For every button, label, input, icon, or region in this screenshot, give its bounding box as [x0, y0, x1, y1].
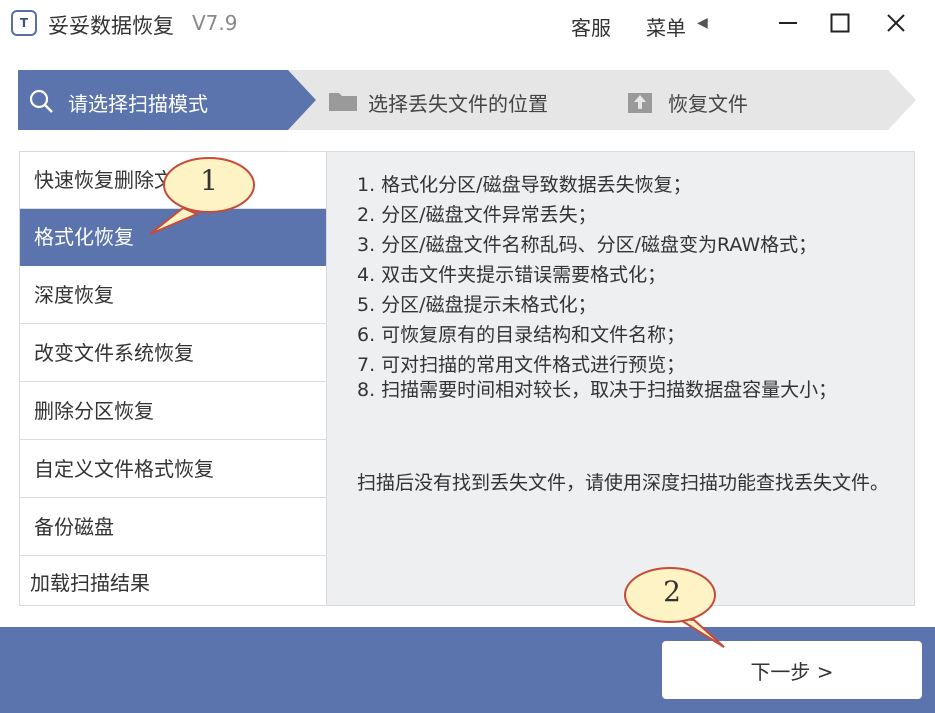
- app-logo-icon: T: [11, 10, 37, 36]
- minimize-button[interactable]: [768, 5, 808, 41]
- description-line: 6. 可恢复原有的目录结构和文件名称；: [357, 324, 686, 346]
- description-line: 3. 分区/磁盘文件名称乱码、分区/磁盘变为RAW格式；: [357, 234, 818, 256]
- maximize-button[interactable]: [820, 5, 860, 41]
- close-icon: [887, 14, 905, 32]
- folder-icon: [329, 93, 357, 111]
- callout-1: 1: [149, 156, 255, 235]
- mode-item-load-scan-result[interactable]: 加载扫描结果: [20, 557, 326, 614]
- step-1-label: 请选择扫描模式: [68, 92, 208, 116]
- maximize-icon: [830, 13, 850, 33]
- description-line: 1. 格式化分区/磁盘导致数据丢失恢复；: [357, 174, 692, 196]
- mode-item-custom-format-recover[interactable]: 自定义文件格式恢复: [20, 441, 326, 498]
- app-title: 妥妥数据恢复: [48, 14, 174, 38]
- mode-item-partition-recover[interactable]: 删除分区恢复: [20, 383, 326, 440]
- description-line: 2. 分区/磁盘文件异常丢失；: [357, 204, 597, 226]
- mode-description-panel: 1. 格式化分区/磁盘导致数据丢失恢复； 2. 分区/磁盘文件异常丢失； 3. …: [327, 151, 915, 606]
- description-note: 扫描后没有找到丢失文件，请使用深度扫描功能查找丢失文件。: [357, 472, 890, 494]
- step-3-label: 恢复文件: [668, 92, 748, 116]
- callout-1-number: 1: [200, 164, 218, 197]
- description-line: 4. 双击文件夹提示错误需要格式化；: [357, 264, 667, 286]
- minimize-icon: [779, 22, 797, 24]
- step-2-label: 选择丢失文件的位置: [368, 92, 548, 116]
- menu-button[interactable]: 菜单: [646, 12, 686, 41]
- mode-item-backup-disk[interactable]: 备份磁盘: [20, 499, 326, 556]
- upload-icon: [628, 93, 652, 113]
- callout-2-number: 2: [663, 575, 681, 608]
- description-line: 8. 扫描需要时间相对较长，取决于扫描数据盘容量大小；: [357, 379, 838, 401]
- step-bar: 请选择扫描模式 选择丢失文件的位置 恢复文件: [18, 70, 916, 130]
- app-version: V7.9: [192, 11, 238, 35]
- callout-2: 2: [624, 567, 725, 648]
- description-line: 7. 可对扫描的常用文件格式进行预览；: [357, 354, 686, 376]
- description-line: 5. 分区/磁盘提示未格式化；: [357, 294, 597, 316]
- support-button[interactable]: 客服: [571, 12, 611, 41]
- menu-arrow-icon[interactable]: ◀: [697, 15, 708, 31]
- search-icon: [29, 89, 53, 113]
- mode-item-deep-recover[interactable]: 深度恢复: [20, 267, 326, 324]
- close-button[interactable]: [876, 5, 916, 41]
- mode-item-filesystem-recover[interactable]: 改变文件系统恢复: [20, 325, 326, 382]
